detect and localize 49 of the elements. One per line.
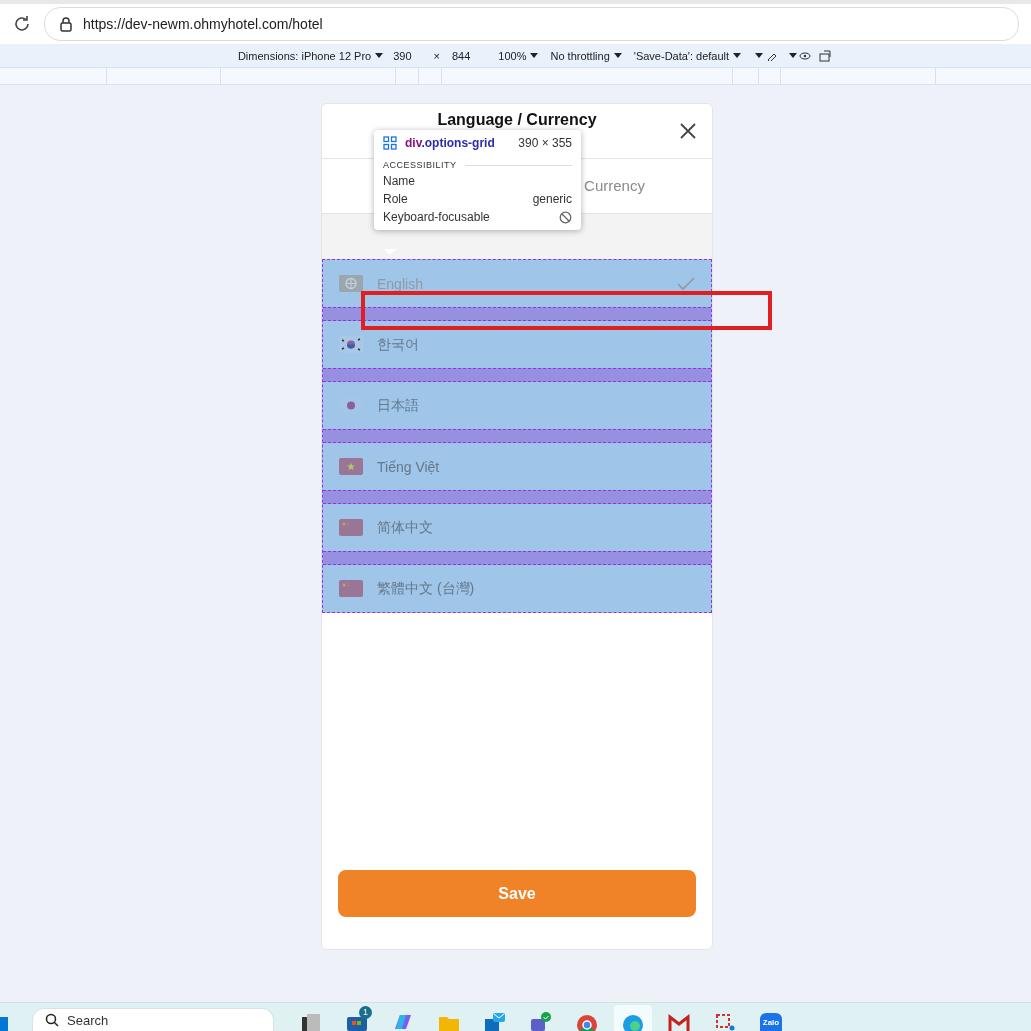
globe-icon — [339, 275, 363, 292]
flag-icon — [339, 519, 363, 536]
width-field[interactable]: 390 — [393, 49, 412, 62]
times-sign: × — [433, 49, 440, 62]
scissors-icon[interactable] — [714, 1011, 736, 1031]
taskbar-app[interactable]: Zalo — [752, 1005, 790, 1031]
mail-icon[interactable] — [668, 1011, 690, 1031]
throttling-dropdown[interactable]: No throttling — [550, 49, 622, 62]
save-data-dropdown[interactable]: 'Save-Data': default — [633, 49, 742, 62]
element-selector: div.options-grid — [405, 136, 496, 150]
height-field[interactable]: 844 — [452, 49, 471, 62]
rotate-icon[interactable] — [819, 49, 834, 62]
flag-icon — [339, 580, 363, 597]
flag-icon — [339, 336, 363, 353]
property-label: Role — [383, 192, 408, 206]
device-dropdown[interactable]: Dimensions: iPhone 12 Pro — [237, 49, 384, 62]
reload-icon[interactable] — [12, 14, 32, 34]
mail-icon[interactable] — [484, 1011, 506, 1031]
caret-icon — [755, 52, 764, 59]
caret-icon — [530, 52, 539, 59]
taskbar-app[interactable]: 1 — [338, 1005, 376, 1031]
section-heading: ACCESSIBILITY — [383, 160, 457, 170]
blocked-icon — [559, 210, 572, 224]
taskview-icon[interactable] — [300, 1011, 322, 1031]
search-icon — [45, 1013, 59, 1027]
flag-icon — [339, 458, 363, 475]
caret-icon — [789, 52, 798, 59]
modal-title: Language / Currency — [437, 111, 597, 129]
property-value: generic — [532, 192, 572, 206]
property-label: Name — [383, 174, 415, 188]
caret-icon — [613, 52, 622, 59]
teams-icon[interactable] — [530, 1011, 552, 1031]
taskbar-search-field[interactable]: Search — [32, 1008, 274, 1031]
element-size: 390 × 355 — [518, 136, 572, 150]
search-placeholder: Search — [67, 1012, 109, 1028]
property-label: Keyboard-focusable — [383, 210, 490, 224]
lock-icon — [59, 16, 73, 32]
eye-icon[interactable] — [799, 51, 812, 60]
url-text: https://dev-newm.ohmyhotel.com/hotel — [83, 16, 323, 32]
chat-app-icon[interactable]: Zalo — [760, 1013, 782, 1031]
zoom-dropdown[interactable]: 100% — [498, 49, 539, 62]
save-button[interactable]: Save — [338, 870, 696, 917]
check-icon — [677, 276, 695, 291]
close-button[interactable] — [678, 121, 698, 141]
notification-badge: 1 — [359, 1006, 372, 1019]
caret-icon — [375, 52, 384, 59]
grid-icon — [383, 136, 397, 150]
caret-icon — [733, 52, 742, 59]
address-bar[interactable]: https://dev-newm.ohmyhotel.com/hotel — [44, 7, 1019, 41]
